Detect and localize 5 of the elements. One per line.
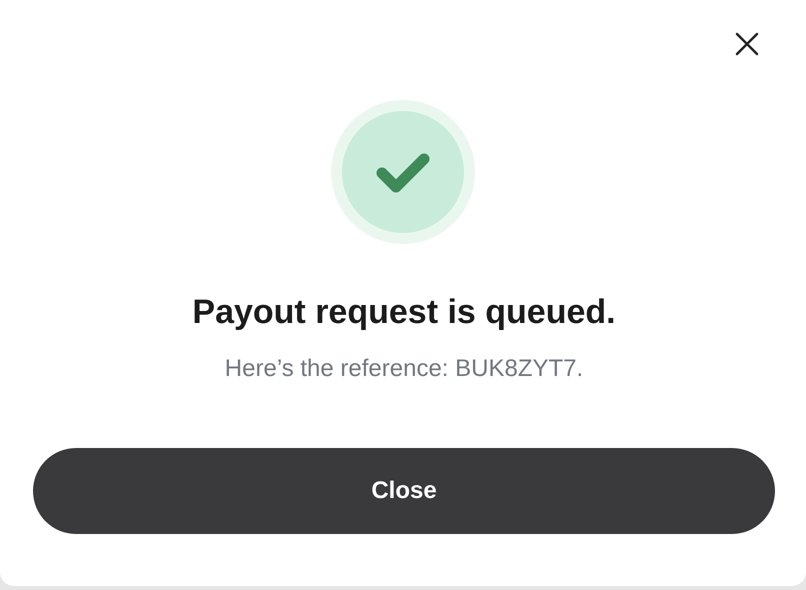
checkmark-icon [331, 100, 475, 244]
close-icon[interactable] [735, 32, 759, 56]
reference-message: Here’s the reference: BUK8ZYT7. [224, 354, 584, 384]
close-button[interactable]: Close [33, 448, 775, 534]
dialog-title: Payout request is queued. [192, 292, 616, 332]
